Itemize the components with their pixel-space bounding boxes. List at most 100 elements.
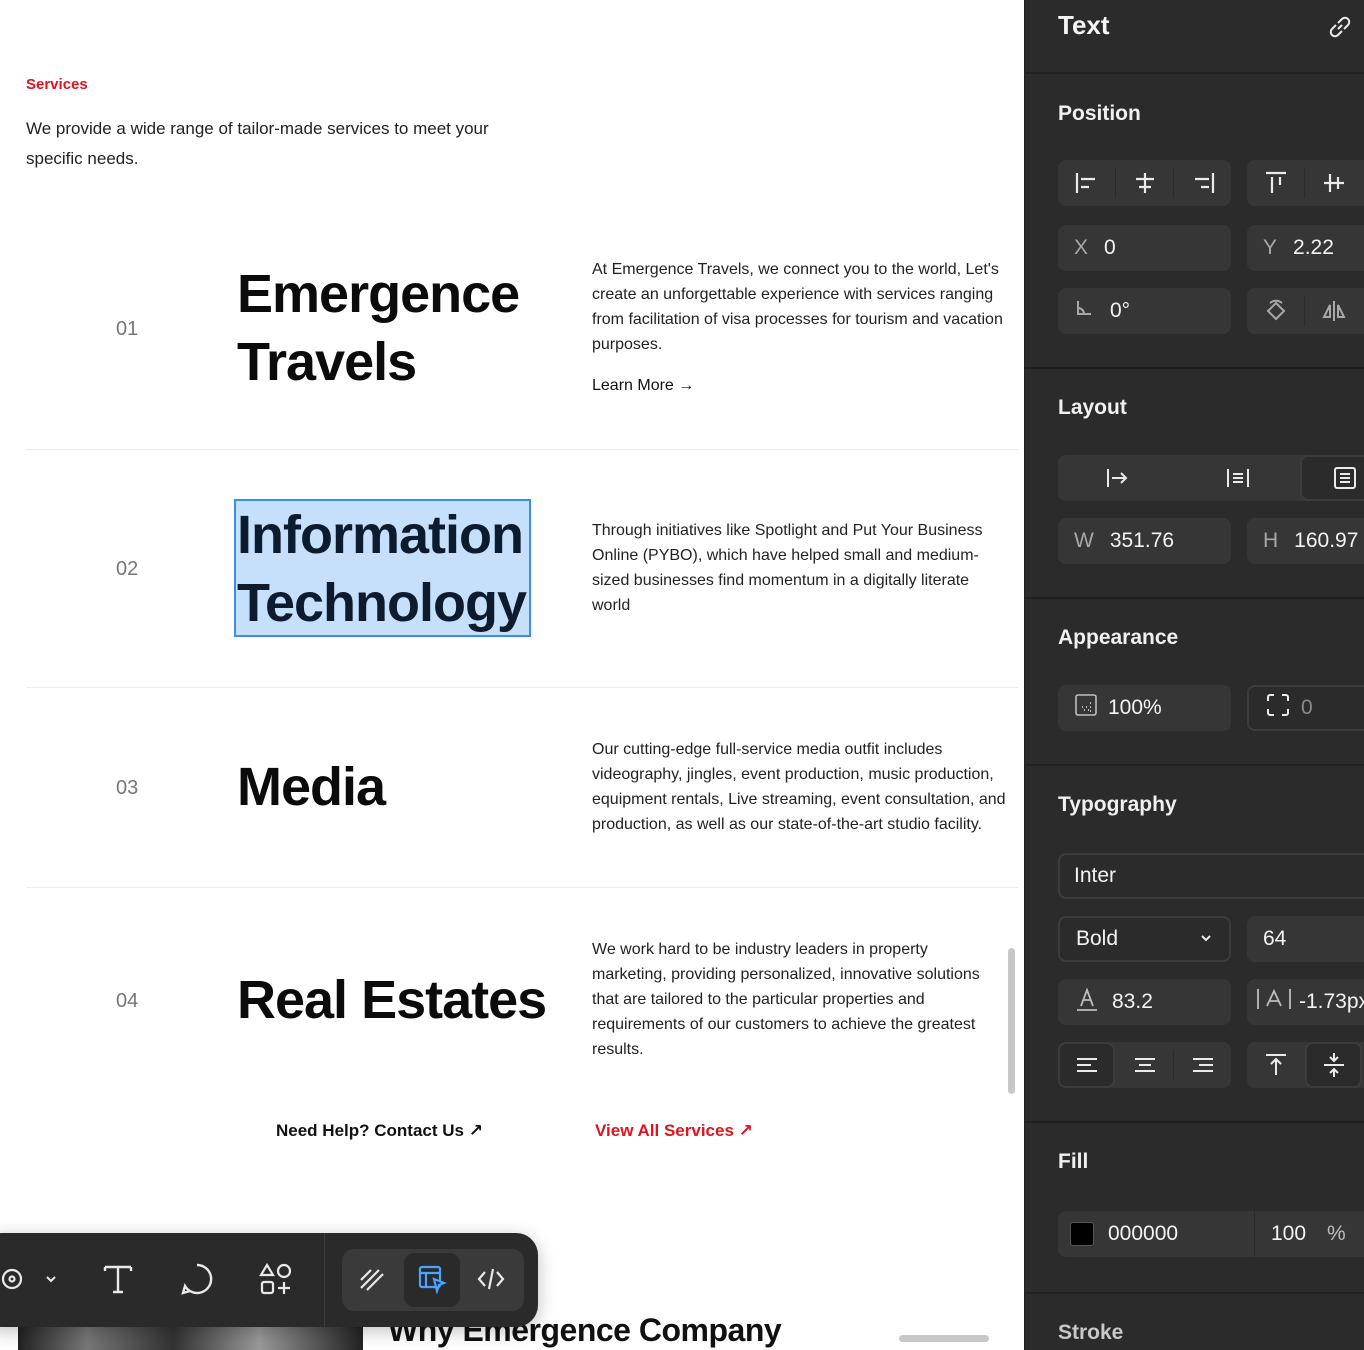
vertical-scrollbar[interactable] [1008, 948, 1015, 1094]
text-align-right-icon[interactable] [1174, 1042, 1231, 1088]
service-title-line[interactable]: Information [237, 501, 524, 569]
y-label: Y [1263, 236, 1278, 259]
comment-tool-icon[interactable] [177, 1259, 217, 1299]
letter-spacing-field[interactable]: -1.73px [1247, 979, 1364, 1025]
text-align-top-icon[interactable] [1247, 1042, 1304, 1088]
contact-us-link[interactable]: Need Help? Contact Us ↗ [276, 1121, 483, 1141]
opacity-field[interactable]: 100% [1058, 685, 1231, 731]
description-line: equipment rentals, Live streaming, event… [592, 791, 1006, 808]
learn-more-link[interactable]: Learn More → [592, 377, 694, 395]
description-line: Through initiatives like Spotlight and P… [592, 522, 983, 539]
services-label: Services [26, 76, 88, 93]
link-icon[interactable] [1325, 12, 1355, 42]
auto-height-icon[interactable] [1198, 455, 1278, 501]
corner-radius-value: 0 [1301, 696, 1313, 719]
chevron-down-icon[interactable] [36, 1259, 66, 1299]
description-line: from facilitation of visa processes for … [592, 311, 1003, 328]
line-height-icon [1074, 986, 1100, 1018]
fill-color-swatch[interactable] [1070, 1222, 1094, 1246]
height-field[interactable]: H 160.97 [1247, 518, 1364, 564]
toolbar-separator [324, 1233, 325, 1327]
x-label: X [1074, 236, 1089, 259]
rotation-angle-icon [1074, 298, 1094, 324]
x-value: 0 [1104, 236, 1116, 259]
letter-spacing-value: -1.73px [1299, 990, 1364, 1013]
field-divider [1254, 1211, 1255, 1257]
shapes-tool-icon[interactable] [256, 1259, 296, 1299]
font-family-value: Inter [1074, 864, 1117, 887]
font-size-value: 64 [1263, 927, 1287, 950]
rotation-value: 0° [1110, 299, 1131, 322]
vertical-align-group [1247, 160, 1364, 206]
fill-heading: Fill [1058, 1150, 1089, 1173]
code-mode-icon[interactable] [471, 1259, 511, 1299]
service-title-line[interactable]: Real Estates [237, 966, 547, 1034]
pen-tool-icon[interactable] [0, 1259, 34, 1299]
flip-horizontal-icon[interactable] [1305, 288, 1362, 334]
chevron-down-icon [1199, 927, 1213, 951]
h-label: H [1263, 529, 1279, 552]
service-title-line[interactable]: Travels [237, 328, 417, 396]
floating-toolbar [0, 1233, 538, 1327]
x-field[interactable]: X 0 [1058, 225, 1231, 271]
align-center-icon[interactable] [1116, 160, 1173, 206]
text-tool-icon[interactable] [98, 1259, 138, 1299]
corner-radius-icon [1265, 692, 1291, 724]
draw-mode-icon[interactable] [352, 1259, 392, 1299]
view-all-services-link[interactable]: View All Services ↗ [595, 1121, 753, 1141]
fill-color-field[interactable]: 000000 100 % [1058, 1211, 1364, 1257]
description-line: We work hard to be industry leaders in p… [592, 941, 928, 958]
service-number: 03 [116, 777, 139, 799]
font-family-field[interactable]: Inter [1058, 853, 1364, 899]
font-weight-value: Bold [1076, 927, 1119, 950]
inspector-panel: Text Position X 0 Y 2.22 0° Layout W 351… [1024, 0, 1364, 1350]
service-title-line[interactable]: Technology [237, 569, 527, 637]
y-field[interactable]: Y 2.22 [1247, 225, 1364, 271]
service-description: We work hard to be industry leaders in p… [592, 937, 1024, 1062]
text-align-center-icon[interactable] [1116, 1042, 1173, 1088]
description-line: world [592, 597, 631, 614]
section-divider [1025, 764, 1364, 766]
divider [26, 449, 1018, 450]
service-description: Our cutting-edge full-service media outf… [592, 737, 1024, 837]
design-canvas[interactable]: Services We provide a wide range of tail… [0, 0, 1024, 1350]
rotate-icon[interactable] [1247, 288, 1304, 334]
section-divider [1025, 367, 1364, 369]
service-description: Through initiatives like Spotlight and P… [592, 518, 1024, 618]
section-divider [1025, 1121, 1364, 1123]
text-align-middle-icon[interactable] [1305, 1042, 1362, 1088]
description-line: production, as well as our state-of-the-… [592, 816, 983, 833]
line-height-value: 83.2 [1112, 990, 1153, 1013]
description-line: that are tailored to the particular prop… [592, 991, 925, 1008]
appearance-heading: Appearance [1058, 626, 1179, 649]
vertical-text-align-group [1247, 1042, 1364, 1088]
service-title-line[interactable]: Media [237, 753, 386, 821]
align-right-icon[interactable] [1174, 160, 1231, 206]
stroke-heading: Stroke [1058, 1321, 1124, 1344]
service-title-line[interactable]: Emergence [237, 260, 520, 328]
transform-group [1247, 288, 1364, 334]
typography-heading: Typography [1058, 793, 1177, 816]
font-weight-select[interactable]: Bold [1058, 916, 1231, 962]
design-mode-icon[interactable] [412, 1259, 452, 1299]
description-line: At Emergence Travels, we connect you to … [592, 261, 999, 278]
text-align-left-icon[interactable] [1058, 1042, 1115, 1088]
width-field[interactable]: W 351.76 [1058, 518, 1231, 564]
fixed-size-icon[interactable] [1300, 455, 1364, 501]
align-middle-icon[interactable] [1305, 160, 1362, 206]
w-value: 351.76 [1109, 529, 1175, 552]
description-line: Online (PYBO), which have helped small a… [592, 547, 979, 564]
description-line: results. [592, 1041, 644, 1058]
rotation-field[interactable]: 0° [1058, 288, 1231, 334]
font-size-field[interactable]: 64 [1247, 916, 1364, 962]
line-height-field[interactable]: 83.2 [1058, 979, 1231, 1025]
auto-width-icon[interactable] [1078, 455, 1158, 501]
divider [26, 887, 1018, 888]
align-left-icon[interactable] [1058, 160, 1115, 206]
align-top-icon[interactable] [1247, 160, 1304, 206]
horizontal-align-group [1058, 160, 1231, 206]
section-divider [1025, 1292, 1364, 1294]
horizontal-scrollbar[interactable] [899, 1335, 989, 1342]
corner-radius-field[interactable]: 0 [1247, 685, 1364, 731]
divider [26, 687, 1018, 688]
